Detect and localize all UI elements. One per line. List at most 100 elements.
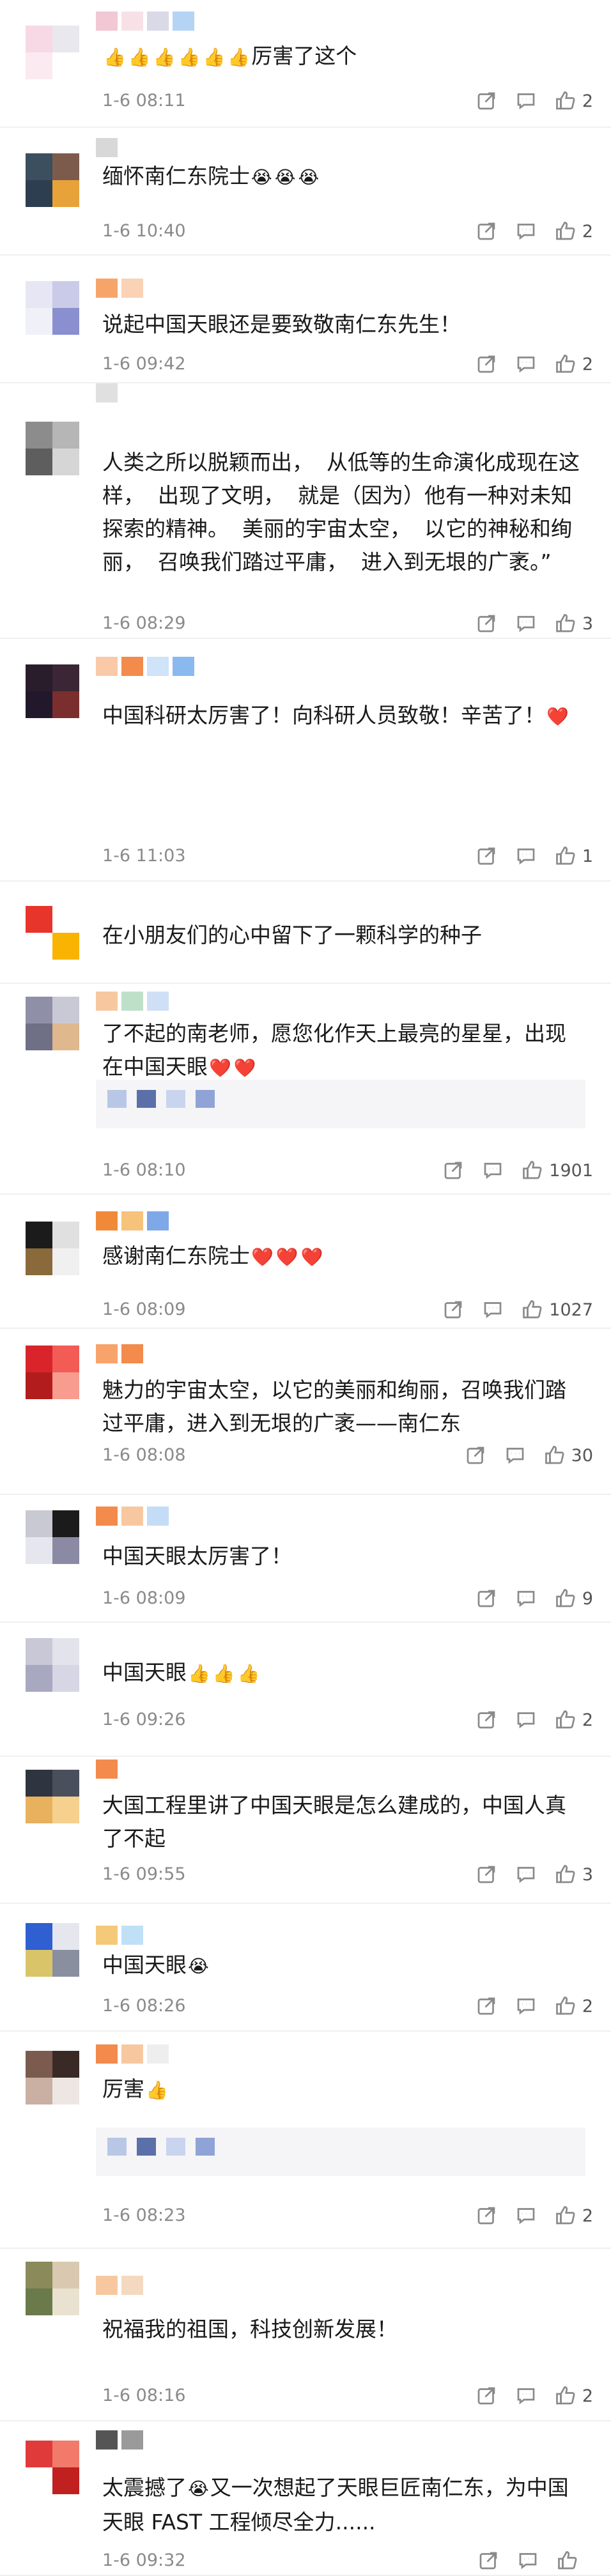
avatar[interactable]: [26, 1770, 79, 1823]
like-button[interactable]: 2: [554, 220, 593, 243]
timestamp: 1-6 08:09: [102, 1588, 186, 1608]
comment-item: 缅怀南仁东院士😭 😭 😭 1-6 10:40 2: [0, 128, 611, 256]
comment-text: 中国天眼太厉害了！: [102, 1540, 585, 1573]
comment-icon[interactable]: [514, 612, 538, 635]
comment-icon[interactable]: [514, 1587, 538, 1610]
timestamp: 1-6 08:08: [102, 1445, 186, 1465]
share-icon[interactable]: [475, 2204, 498, 2227]
like-count: 2: [582, 1710, 593, 1730]
comment-list: 👍 👍 👍 👍 👍 👍厉害了这个 1-6 08:11 2 缅怀南仁东院士😭 😭 😭 1-6 10:40…: [0, 0, 611, 2576]
like-count: 1901: [549, 1160, 593, 1181]
comment-icon[interactable]: [514, 1863, 538, 1886]
like-icon: [521, 1298, 544, 1321]
share-icon[interactable]: [477, 2549, 500, 2572]
like-button[interactable]: 2: [554, 353, 593, 376]
emoji-icon: ❤️: [275, 1246, 298, 1268]
like-button[interactable]: 2: [554, 2204, 593, 2227]
like-count: 2: [582, 2386, 593, 2406]
like-button[interactable]: 1: [554, 845, 593, 868]
avatar[interactable]: [26, 153, 79, 207]
comment-icon[interactable]: [516, 2549, 539, 2572]
comment-body: 中国科研太厉害了！向科研人员致敬！辛苦了！: [102, 703, 545, 728]
share-icon[interactable]: [475, 353, 498, 376]
avatar[interactable]: [26, 2051, 79, 2104]
comment-item: 在小朋友们的心中留下了一颗科学的种子: [0, 882, 611, 984]
comment-icon[interactable]: [481, 1159, 504, 1182]
share-icon[interactable]: [475, 1995, 498, 2018]
comment-icon[interactable]: [514, 845, 538, 868]
comment-item: 厉害👍 1-6 08:23 2: [0, 2032, 611, 2249]
reply-preview[interactable]: [96, 1080, 585, 1128]
like-button[interactable]: 2: [554, 89, 593, 112]
emoji-icon: 😭: [274, 166, 296, 188]
avatar[interactable]: [26, 997, 79, 1050]
comment-meta: 1-6 08:23 2: [102, 2203, 593, 2228]
like-button[interactable]: 1901: [521, 1159, 593, 1182]
comment-icon[interactable]: [514, 2204, 538, 2227]
like-icon: [543, 1444, 566, 1467]
emoji-icon: 👍: [128, 46, 151, 68]
like-button[interactable]: 2: [554, 1995, 593, 2018]
like-icon: [554, 2204, 577, 2227]
comment-icon[interactable]: [514, 353, 538, 376]
like-button[interactable]: 30: [543, 1444, 593, 1467]
comment-actions: 2: [458, 1993, 593, 2019]
share-icon[interactable]: [475, 89, 498, 112]
comment-text: 魅力的宇宙太空，以它的美丽和绚丽，召唤我们踏过平庸，进入到无垠的广袤——南仁东: [102, 1374, 585, 1440]
avatar[interactable]: [26, 26, 79, 79]
share-icon[interactable]: [475, 845, 498, 868]
share-icon[interactable]: [442, 1298, 465, 1321]
share-icon[interactable]: [475, 1863, 498, 1886]
like-count: 2: [582, 354, 593, 374]
avatar[interactable]: [26, 906, 79, 960]
like-icon: [554, 220, 577, 243]
comment-icon[interactable]: [514, 220, 538, 243]
comment-body: 人类之所以脱颖而出， 从低等的生命演化成现在这样， 出现了文明， 就是（因为）他…: [102, 450, 580, 574]
avatar[interactable]: [26, 1510, 79, 1564]
share-icon[interactable]: [475, 612, 498, 635]
like-button[interactable]: 3: [554, 1863, 593, 1886]
comment-icon[interactable]: [514, 89, 538, 112]
like-button[interactable]: 2: [554, 1708, 593, 1731]
avatar[interactable]: [26, 1638, 79, 1692]
comment-actions: 9: [458, 1586, 593, 1611]
comment-icon[interactable]: [514, 2384, 538, 2407]
comment-icon[interactable]: [504, 1444, 527, 1467]
like-button[interactable]: 9: [554, 1587, 593, 1610]
share-icon[interactable]: [475, 220, 498, 243]
emoji-icon: 👍: [146, 2079, 168, 2101]
avatar[interactable]: [26, 2262, 79, 2315]
emoji-icon: 👍: [104, 46, 126, 68]
like-button[interactable]: 2: [554, 2384, 593, 2407]
avatar[interactable]: [26, 1346, 79, 1399]
like-button[interactable]: [556, 2549, 593, 2572]
comment-text: 大国工程里讲了中国天眼是怎么建成的，中国人真了不起: [102, 1789, 585, 1855]
avatar[interactable]: [26, 2441, 79, 2494]
like-button[interactable]: 3: [554, 612, 593, 635]
like-count: 9: [582, 1588, 593, 1609]
avatar[interactable]: [26, 1923, 79, 1977]
emoji-icon: 👍: [237, 1662, 260, 1684]
avatar[interactable]: [26, 422, 79, 475]
comment-icon[interactable]: [481, 1298, 504, 1321]
comment-meta: 1-6 09:26 2: [102, 1707, 593, 1733]
avatar[interactable]: [26, 664, 79, 718]
share-icon[interactable]: [475, 1708, 498, 1731]
reply-preview[interactable]: [96, 2128, 585, 2176]
comment-body: 中国天眼: [102, 1660, 187, 1685]
comment-actions: 30: [447, 1443, 593, 1468]
avatar[interactable]: [26, 281, 79, 335]
share-icon[interactable]: [475, 2384, 498, 2407]
avatar[interactable]: [26, 1222, 79, 1275]
comment-item: 感谢南仁东院士❤️ ❤️ ❤️ 1-6 08:09 1027: [0, 1195, 611, 1329]
like-button[interactable]: 1027: [521, 1298, 593, 1321]
like-count: 30: [571, 1445, 593, 1466]
share-icon[interactable]: [442, 1159, 465, 1182]
like-count: 2: [582, 1996, 593, 2016]
comment-icon[interactable]: [514, 1995, 538, 2018]
comment-actions: 2: [458, 2203, 593, 2228]
comment-actions: 1: [458, 843, 593, 869]
comment-icon[interactable]: [514, 1708, 538, 1731]
share-icon[interactable]: [475, 1587, 498, 1610]
share-icon[interactable]: [464, 1444, 487, 1467]
